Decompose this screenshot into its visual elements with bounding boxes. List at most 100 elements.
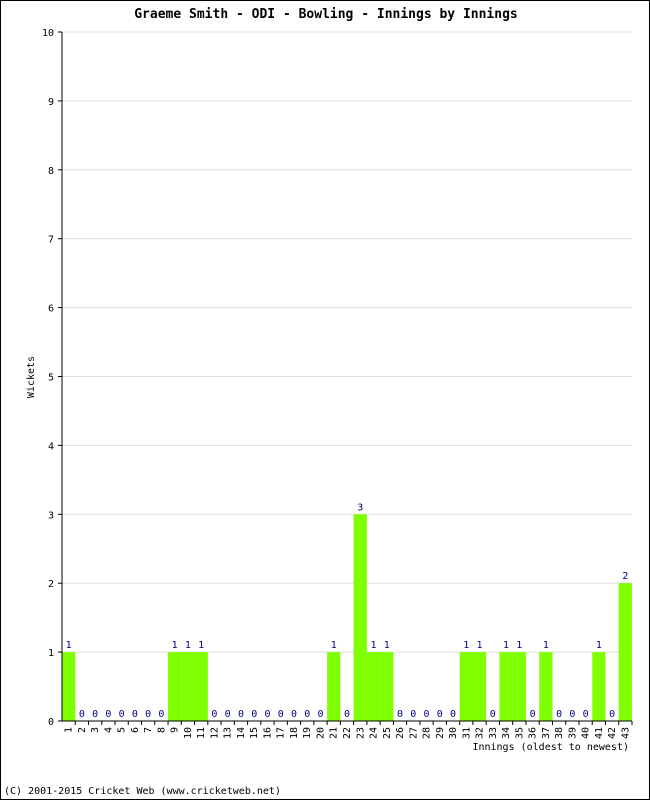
y-tick-label: 1 [48, 648, 54, 659]
x-tick-label: 12 [209, 727, 220, 739]
data-label: 0 [490, 709, 496, 720]
x-tick-labels: 1 2 3 4 5 6 7 8 9 10 11 12 13 14 15 16 17 18 19 20 21 22 23 24 2… [64, 727, 632, 739]
data-label: 0 [278, 709, 284, 720]
bar [366, 652, 381, 721]
bar [327, 652, 341, 721]
data-label: 0 [437, 709, 443, 720]
x-tick-label: 18 [289, 727, 300, 739]
data-label: 0 [79, 709, 85, 720]
bar [181, 652, 195, 721]
copyright-footer: (C) 2001-2015 Cricket Web (www.cricketwe… [4, 786, 281, 797]
data-label: 0 [238, 709, 244, 720]
bar [472, 652, 487, 721]
y-tick-label: 5 [48, 373, 54, 384]
data-label: 1 [185, 640, 191, 651]
data-label: 0 [609, 709, 615, 720]
data-label: 1 [370, 640, 376, 651]
data-label: 1 [477, 640, 483, 651]
data-label: 0 [410, 709, 416, 720]
data-label: 0 [450, 709, 456, 720]
bar [512, 652, 526, 721]
y-tick-label: 4 [48, 441, 54, 452]
data-label: 1 [172, 640, 178, 651]
y-tick-label: 3 [48, 510, 54, 521]
x-tick-label: 25 [382, 727, 393, 739]
x-tick-label: 35 [514, 727, 525, 739]
bar [539, 652, 553, 721]
data-label: 0 [264, 709, 270, 720]
x-tick-label: 23 [355, 727, 366, 739]
data-label: 0 [251, 709, 257, 720]
x-tick-label: 37 [541, 727, 552, 739]
x-tick-label: 2 [77, 727, 88, 733]
x-tick-label: 20 [315, 727, 326, 739]
y-tick-label: 10 [42, 28, 54, 39]
chart-title: Graeme Smith - ODI - Bowling - Innings b… [134, 7, 518, 22]
x-tick-label: 10 [183, 727, 194, 739]
data-label: 0 [225, 709, 231, 720]
data-label: 0 [132, 709, 138, 720]
data-label: 1 [596, 640, 602, 651]
data-label: 1 [331, 640, 337, 651]
x-tick-label: 19 [302, 727, 313, 739]
y-tick-labels: 0 1 2 3 4 5 6 7 8 9 10 [42, 28, 54, 728]
x-tick-label: 4 [103, 727, 114, 733]
x-tick-label: 27 [408, 727, 419, 739]
bar [194, 652, 208, 721]
data-label: 0 [530, 709, 536, 720]
y-tick-label: 2 [48, 579, 54, 590]
gridlines [62, 31, 632, 653]
y-axis-label: Wickets [26, 356, 37, 398]
x-tick-label: 41 [594, 727, 605, 739]
data-label: 1 [516, 640, 522, 651]
x-tick-label: 9 [170, 727, 181, 733]
x-tick-label: 8 [156, 727, 167, 733]
data-label: 1 [543, 640, 549, 651]
x-tick-label: 33 [488, 727, 499, 739]
x-tick-label: 6 [130, 727, 141, 733]
axes [58, 31, 633, 725]
x-tick-label: 14 [236, 727, 247, 739]
bars [62, 514, 632, 721]
x-tick-label: 32 [475, 727, 486, 739]
data-label: 3 [357, 502, 363, 513]
x-tick-label: 13 [223, 727, 234, 739]
bar [62, 652, 76, 721]
x-tick-label: 39 [567, 727, 578, 739]
x-tick-label: 11 [196, 727, 207, 739]
data-label: 0 [397, 709, 403, 720]
x-tick-label: 5 [117, 727, 128, 733]
data-label: 0 [92, 709, 98, 720]
x-tick-label: 30 [448, 727, 459, 739]
data-label: 0 [291, 709, 297, 720]
data-label: 1 [503, 640, 509, 651]
x-tick-label: 22 [342, 727, 353, 739]
y-tick-label: 0 [48, 717, 54, 728]
y-tick-label: 8 [48, 166, 54, 177]
data-label: 0 [304, 709, 310, 720]
x-tick-label: 26 [395, 727, 406, 739]
y-tick-label: 7 [48, 235, 54, 246]
bar [168, 652, 182, 721]
data-label: 0 [158, 709, 164, 720]
x-tick-label: 1 [64, 727, 75, 733]
x-tick-label: 34 [501, 727, 512, 739]
x-tick-label: 43 [620, 727, 631, 739]
bar [592, 652, 606, 721]
bar [380, 652, 394, 721]
data-label: 0 [344, 709, 350, 720]
x-tick-label: 24 [369, 727, 380, 739]
x-tick-label: 29 [435, 727, 446, 739]
y-tick-label: 9 [48, 97, 54, 108]
data-label: 1 [463, 640, 469, 651]
x-tick-label: 28 [422, 727, 433, 739]
x-tick-label: 3 [90, 727, 101, 733]
data-label: 1 [198, 640, 204, 651]
x-tick-label: 16 [262, 727, 273, 739]
data-label: 0 [556, 709, 562, 720]
data-label: 1 [66, 640, 72, 651]
data-label: 2 [622, 571, 628, 582]
data-label: 0 [145, 709, 151, 720]
x-axis-label: Innings (oldest to newest) [472, 742, 629, 753]
bar [499, 652, 513, 721]
